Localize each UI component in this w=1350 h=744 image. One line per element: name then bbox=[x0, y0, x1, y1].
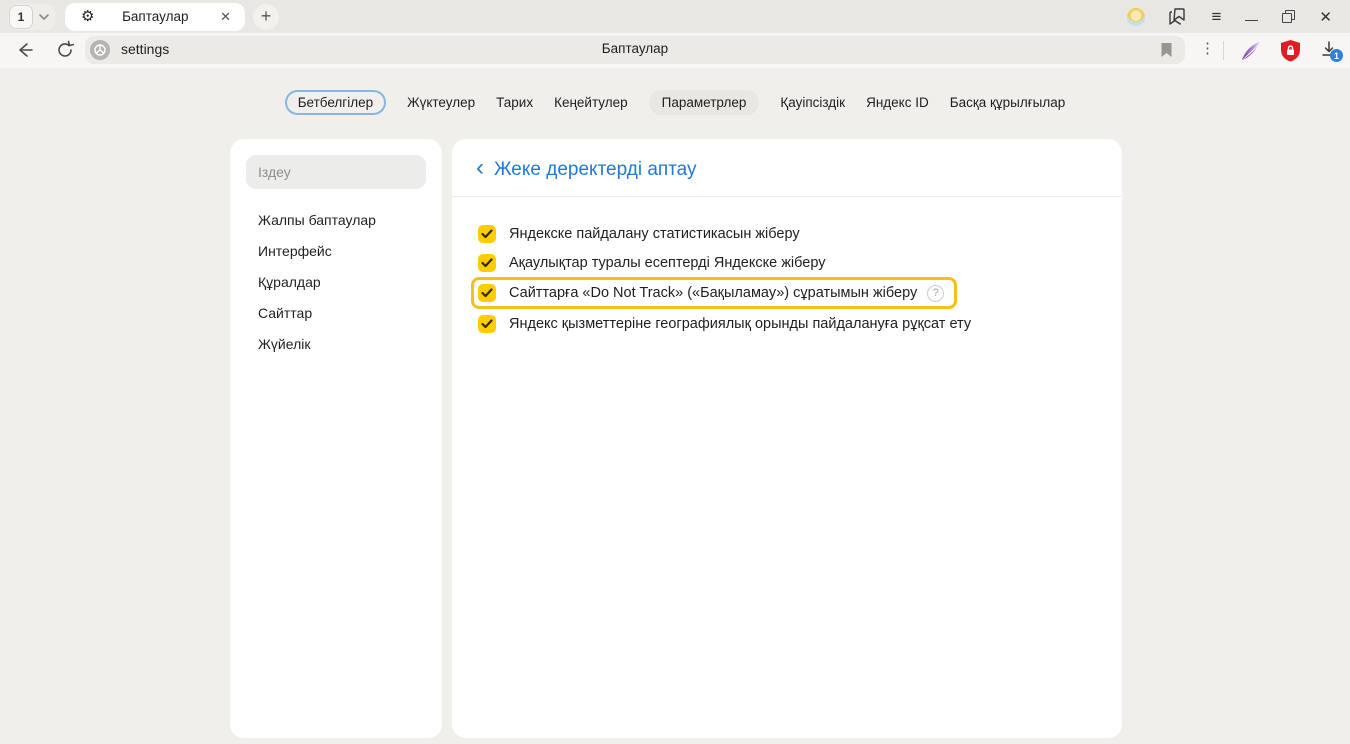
address-bar[interactable]: settings Баптаулар bbox=[85, 36, 1185, 64]
settings-nav-tabs: Бетбелгілер Жүктеулер Тарих Кеңейтулер П… bbox=[0, 89, 1350, 115]
section-back-link[interactable]: ‹ Жеке деректерді аптау bbox=[476, 156, 697, 183]
gear-icon: ⚙ bbox=[81, 9, 94, 24]
restore-button[interactable] bbox=[1282, 10, 1295, 23]
nav-tab-security[interactable]: Қауіпсіздік bbox=[780, 95, 845, 110]
checkbox-label[interactable]: Яндекске пайдалану статистикасын жіберу bbox=[509, 226, 800, 242]
sidebar-item-interface[interactable]: Интерфейс bbox=[230, 235, 442, 266]
tab-title: Баптаулар bbox=[94, 9, 216, 24]
toolbar-divider bbox=[1223, 41, 1224, 60]
checkbox-row-do-not-track: Сайттарға «Do Not Track» («Бақыламау») с… bbox=[471, 277, 957, 309]
settings-sidebar: Жалпы баптаулар Интерфейс Құралдар Сайтт… bbox=[230, 139, 442, 738]
window-controls: ≡ ✕ bbox=[1127, 7, 1333, 27]
tab-close-icon[interactable]: ✕ bbox=[216, 7, 235, 27]
checkbox-row-usage-stats: Яндекске пайдалану статистикасын жіберу bbox=[452, 219, 1122, 248]
nav-tab-downloads[interactable]: Жүктеулер bbox=[407, 95, 475, 110]
tab-settings[interactable]: ⚙ Баптаулар ✕ bbox=[65, 3, 245, 31]
checkbox-checked-icon[interactable] bbox=[478, 254, 496, 272]
section-heading: Жеке деректерді аптау bbox=[494, 159, 697, 181]
more-options-icon[interactable]: ⋮ bbox=[1200, 39, 1215, 57]
settings-main-panel: ‹ Жеке деректерді аптау Яндекске пайдала… bbox=[452, 139, 1122, 738]
checkbox-checked-icon[interactable] bbox=[478, 225, 496, 243]
checkbox-checked-icon[interactable] bbox=[478, 284, 496, 302]
menu-icon[interactable]: ≡ bbox=[1212, 7, 1222, 27]
search-input[interactable] bbox=[246, 155, 426, 189]
back-chevron-icon: ‹ bbox=[476, 156, 484, 183]
page-title: Баптаулар bbox=[85, 41, 1185, 56]
sidebar-item-system[interactable]: Жүйелік bbox=[230, 328, 442, 359]
close-window-button[interactable]: ✕ bbox=[1319, 8, 1332, 26]
collections-icon[interactable] bbox=[1169, 8, 1188, 25]
header-divider bbox=[452, 196, 1122, 197]
chevron-down-icon bbox=[39, 14, 49, 20]
sidebar-item-general[interactable]: Жалпы баптаулар bbox=[230, 204, 442, 235]
nav-tab-yandex-id[interactable]: Яндекс ID bbox=[866, 95, 929, 110]
checkbox-label[interactable]: Ақаулықтар туралы есептерді Яндекске жіб… bbox=[509, 255, 826, 271]
checkbox-label[interactable]: Яндекс қызметтеріне географиялық орынды … bbox=[509, 316, 971, 332]
checkbox-row-geolocation: Яндекс қызметтеріне географиялық орынды … bbox=[452, 309, 1122, 338]
adblock-shield-icon[interactable] bbox=[1280, 39, 1301, 62]
tab-strip: 1 ⚙ Баптаулар ✕ + ≡ ✕ bbox=[0, 0, 1350, 33]
back-icon[interactable] bbox=[15, 40, 35, 60]
profile-avatar[interactable] bbox=[1127, 8, 1145, 26]
help-icon[interactable]: ? bbox=[927, 285, 944, 302]
privacy-checkbox-list: Яндекске пайдалану статистикасын жіберу … bbox=[452, 219, 1122, 338]
bookmark-icon[interactable] bbox=[1160, 42, 1173, 58]
nav-tab-other-devices[interactable]: Басқа құрылғылар bbox=[950, 95, 1066, 110]
nav-tab-history[interactable]: Тарих bbox=[496, 95, 533, 110]
nav-tab-extensions[interactable]: Кеңейтулер bbox=[554, 95, 628, 110]
nav-tab-settings[interactable]: Параметрлер bbox=[649, 90, 760, 115]
reload-icon[interactable] bbox=[55, 40, 75, 60]
download-count-badge: 1 bbox=[1330, 49, 1343, 62]
sidebar-item-sites[interactable]: Сайттар bbox=[230, 297, 442, 328]
minimize-button[interactable] bbox=[1245, 12, 1258, 22]
nav-tab-bookmarks[interactable]: Бетбелгілер bbox=[285, 90, 386, 115]
checkbox-checked-icon[interactable] bbox=[478, 315, 496, 333]
main-header: ‹ Жеке деректерді аптау bbox=[452, 139, 1122, 183]
checkbox-row-crash-reports: Ақаулықтар туралы есептерді Яндекске жіб… bbox=[452, 248, 1122, 277]
sidebar-list: Жалпы баптаулар Интерфейс Құралдар Сайтт… bbox=[230, 204, 442, 359]
sidebar-item-tools[interactable]: Құралдар bbox=[230, 266, 442, 297]
settings-page: Бетбелгілер Жүктеулер Тарих Кеңейтулер П… bbox=[0, 68, 1350, 744]
new-tab-button[interactable]: + bbox=[253, 4, 279, 30]
feather-extension-icon[interactable] bbox=[1240, 40, 1262, 62]
tab-count-badge[interactable]: 1 bbox=[9, 5, 33, 29]
tab-counter-dropdown[interactable]: 1 bbox=[8, 4, 55, 30]
toolbar: settings Баптаулар ⋮ 1 bbox=[0, 33, 1350, 68]
checkbox-label[interactable]: Сайттарға «Do Not Track» («Бақыламау») с… bbox=[509, 285, 917, 301]
